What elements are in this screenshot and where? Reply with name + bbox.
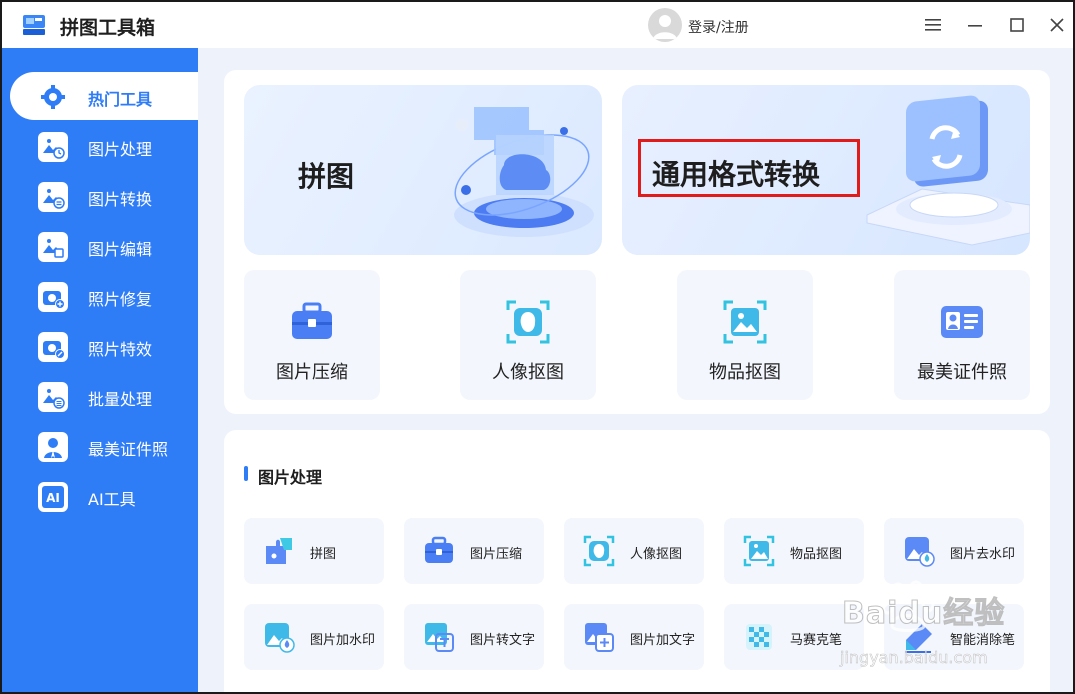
sidebar-item-label: 图片编辑 — [88, 240, 153, 259]
sidebar-item-label: 照片特效 — [88, 340, 153, 359]
ai-icon: AI — [38, 482, 68, 512]
close-icon — [1050, 18, 1064, 32]
puzzle-illustration-icon — [454, 107, 594, 237]
image-to-text-icon — [425, 623, 454, 652]
sidebar-item-photo-repair[interactable]: 照片修复 — [2, 272, 198, 320]
id-card-icon — [941, 306, 983, 338]
hamburger-icon — [925, 19, 941, 31]
app-logo-icon — [23, 15, 45, 35]
login-register-link[interactable]: 登录/注册 — [688, 17, 749, 37]
tool-card-label: 人像抠图 — [492, 362, 564, 383]
tool-label: 智能消除笔 — [950, 633, 1016, 648]
banner-collage[interactable]: 拼图 — [244, 85, 602, 255]
image-batch-icon — [38, 382, 68, 412]
camera-magic-icon — [38, 332, 68, 362]
tool-card-id-photo[interactable]: 最美证件照 — [894, 270, 1030, 400]
close-button[interactable] — [1046, 14, 1068, 36]
tool-add-text[interactable]: 图片加文字 — [564, 604, 704, 670]
tool-card-image-compress[interactable]: 图片压缩 — [244, 270, 380, 400]
tool-image-to-text[interactable]: 图片转文字 — [404, 604, 544, 670]
toolbox-icon — [292, 302, 332, 339]
app-title: 拼图工具箱 — [60, 17, 156, 39]
mosaic-icon — [746, 624, 772, 650]
tool-card-label: 图片压缩 — [276, 362, 348, 383]
image-clock-icon — [38, 132, 68, 162]
toolbox-icon — [425, 536, 453, 563]
app-window: 拼图工具箱 登录/注册 热门工具 图片处理 图片转换 图片编辑 照片修复 照片特… — [0, 0, 1075, 694]
tool-label: 图片加文字 — [630, 633, 696, 648]
tool-label: 马赛克笔 — [790, 633, 843, 648]
portrait-cutout-icon — [506, 300, 550, 344]
tool-card-label: 最美证件照 — [917, 362, 1007, 383]
tool-object-cutout[interactable]: 物品抠图 — [724, 518, 864, 584]
tool-mosaic-pen[interactable]: 马赛克笔 — [724, 604, 864, 670]
wrench-gear-icon — [38, 82, 68, 112]
image-convert-icon — [38, 182, 68, 212]
maximize-icon — [1010, 18, 1024, 32]
sidebar-item-label: 图片转换 — [88, 190, 153, 209]
tool-image-compress[interactable]: 图片压缩 — [404, 518, 544, 584]
tool-remove-watermark[interactable]: 图片去水印 — [884, 518, 1024, 584]
sidebar-item-hot-tools[interactable]: 热门工具 — [10, 72, 198, 120]
sidebar-item-label: 批量处理 — [88, 390, 153, 409]
id-person-icon — [38, 432, 68, 462]
convert-illustration-icon — [866, 95, 1030, 246]
portrait-cutout-icon — [583, 535, 615, 567]
puzzle-icon — [266, 538, 292, 564]
object-cutout-icon — [723, 300, 767, 344]
tool-card-object-cutout[interactable]: 物品抠图 — [677, 270, 813, 400]
tool-smart-eraser[interactable]: 智能消除笔 — [884, 604, 1024, 670]
sidebar-item-ai-tools[interactable]: AI AI工具 — [2, 472, 198, 520]
add-text-icon — [585, 623, 614, 652]
sidebar-item-photo-effects[interactable]: 照片特效 — [2, 322, 198, 370]
user-avatar[interactable] — [648, 8, 682, 42]
sidebar-item-label: 照片修复 — [88, 290, 153, 309]
add-watermark-icon — [265, 623, 295, 653]
sidebar-item-image-edit[interactable]: 图片编辑 — [2, 222, 198, 270]
hot-tools-panel: 拼图 通用格式转换 图片压缩 人像抠图 物品抠图 最美证件照 — [224, 70, 1050, 414]
sidebar-item-label: AI工具 — [88, 490, 136, 509]
banner-format-convert[interactable]: 通用格式转换 — [622, 85, 1030, 255]
sidebar: 热门工具 图片处理 图片转换 图片编辑 照片修复 照片特效 批量处理 最美证件照… — [2, 48, 198, 692]
tool-label: 拼图 — [310, 547, 337, 562]
menu-button[interactable] — [922, 14, 944, 36]
image-processing-panel: 图片处理 拼图 图片压缩 人像抠图 物品抠图 图片去水印 图片加水印 图片转文字… — [224, 430, 1050, 692]
eraser-pen-icon — [905, 624, 932, 653]
sidebar-item-label: 最美证件照 — [88, 440, 169, 459]
sidebar-item-label: 热门工具 — [88, 90, 153, 109]
tool-label: 图片压缩 — [470, 547, 523, 562]
sidebar-item-image-processing[interactable]: 图片处理 — [2, 122, 198, 170]
tool-card-portrait-cutout[interactable]: 人像抠图 — [460, 270, 596, 400]
tool-label: 图片去水印 — [950, 547, 1016, 562]
main-content: 拼图 通用格式转换 图片压缩 人像抠图 物品抠图 最美证件照 图片处理 拼图 图… — [198, 48, 1073, 692]
maximize-button[interactable] — [1006, 14, 1028, 36]
banner-label: 通用格式转换 — [652, 158, 821, 191]
banner-label: 拼图 — [298, 160, 355, 193]
image-edit-icon — [38, 232, 68, 262]
section-title: 图片处理 — [258, 468, 323, 487]
title-bar: 拼图工具箱 登录/注册 — [2, 2, 1073, 48]
sidebar-item-image-convert[interactable]: 图片转换 — [2, 172, 198, 220]
sidebar-item-id-photo[interactable]: 最美证件照 — [2, 422, 198, 470]
tool-add-watermark[interactable]: 图片加水印 — [244, 604, 384, 670]
svg-text:AI: AI — [46, 491, 60, 505]
tool-collage[interactable]: 拼图 — [244, 518, 384, 584]
tool-card-label: 物品抠图 — [709, 362, 781, 383]
minimize-button[interactable] — [964, 14, 986, 36]
tool-label: 图片转文字 — [470, 633, 536, 648]
camera-plus-icon — [38, 282, 68, 312]
minimize-icon — [968, 25, 982, 27]
sidebar-item-batch[interactable]: 批量处理 — [2, 372, 198, 420]
remove-watermark-icon — [905, 537, 935, 567]
user-icon — [653, 15, 677, 39]
tool-label: 图片加水印 — [310, 633, 376, 648]
tool-label: 物品抠图 — [790, 547, 843, 562]
tool-label: 人像抠图 — [630, 547, 683, 562]
sidebar-item-label: 图片处理 — [88, 140, 153, 159]
object-cutout-icon — [743, 535, 775, 567]
tool-portrait-cutout[interactable]: 人像抠图 — [564, 518, 704, 584]
